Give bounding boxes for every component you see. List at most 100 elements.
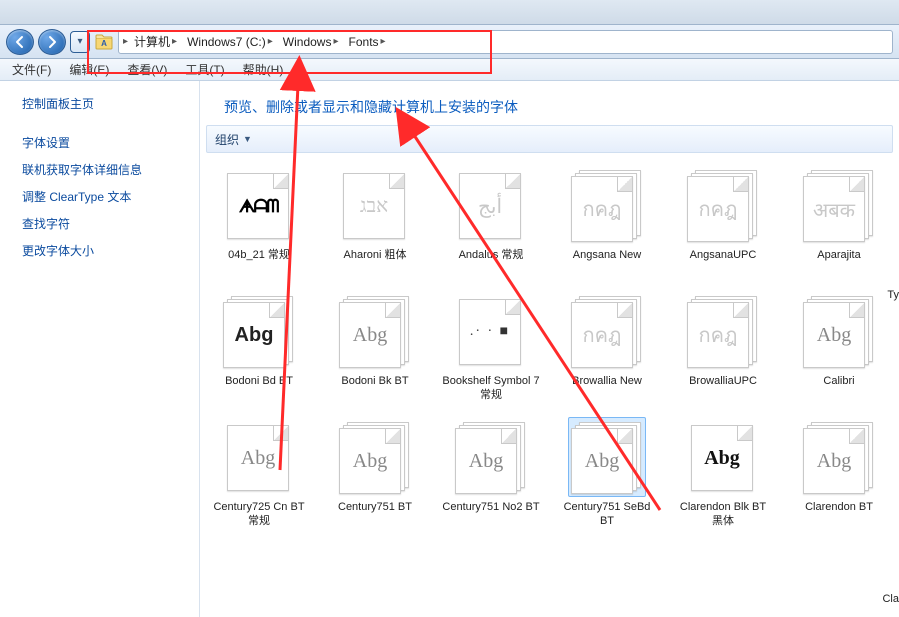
organize-label: 组织: [215, 131, 239, 148]
font-item[interactable]: Abg Bodoni Bk BT: [326, 291, 424, 403]
sidebar-link-cleartype[interactable]: 调整 ClearType 文本: [22, 188, 187, 205]
font-item[interactable]: אבג Aharoni 粗体: [326, 165, 424, 277]
sidebar-link-font-size[interactable]: 更改字体大小: [22, 242, 187, 259]
font-item[interactable]: AbgCentury751 No2 BT: [442, 417, 540, 529]
font-preview-glyph: กคฎ: [583, 319, 622, 351]
breadcrumb-segment[interactable]: Windows▸: [279, 35, 343, 49]
sidebar-link-online-info[interactable]: 联机获取字体详细信息: [22, 161, 187, 178]
font-thumbnail: Abg: [336, 417, 414, 497]
breadcrumb-bar[interactable]: ▸ 计算机▸ Windows7 (C:)▸ Windows▸ Fonts▸: [118, 30, 893, 54]
sidebar: 控制面板主页 字体设置 联机获取字体详细信息 调整 ClearType 文本 查…: [0, 81, 200, 617]
font-preview-glyph: Abg: [704, 447, 740, 470]
content-pane: 预览、删除或者显示和隐藏计算机上安装的字体 组织 ▼ ᗗᗩᗰ 04b_21 常规 א…: [200, 81, 899, 617]
fonts-folder-icon: A: [94, 32, 114, 52]
font-thumbnail: ᗗᗩᗰ: [220, 165, 298, 245]
truncated-label: Ty: [887, 289, 899, 301]
font-preview-glyph: أبج: [478, 194, 502, 219]
font-preview-glyph: Abg: [585, 450, 619, 473]
back-button[interactable]: [6, 29, 34, 55]
font-thumbnail: กคฎ: [568, 165, 646, 245]
sidebar-title[interactable]: 控制面板主页: [22, 95, 187, 112]
font-preview-glyph: ᗗᗩᗰ: [239, 196, 278, 217]
font-label: 04b_21 常规: [210, 249, 308, 277]
font-thumbnail: กคฎ: [684, 165, 762, 245]
breadcrumb-segment[interactable]: 计算机▸: [130, 33, 181, 50]
font-label: Bookshelf Symbol 7 常规: [442, 375, 540, 403]
organize-dropdown[interactable]: 组织 ▼: [215, 131, 252, 148]
sidebar-link-charmap[interactable]: 查找字符: [22, 215, 187, 232]
breadcrumb-segment[interactable]: Windows7 (C:)▸: [183, 35, 277, 49]
forward-button[interactable]: [38, 29, 66, 55]
font-item[interactable]: Abg Century751 SeBd BT: [558, 417, 656, 529]
font-item[interactable]: Abg Clarendon Blk BT 黑体: [674, 417, 772, 529]
sidebar-link-font-settings[interactable]: 字体设置: [22, 134, 187, 151]
breadcrumb-text: Windows7 (C:): [187, 35, 266, 49]
font-label: Century751 SeBd BT: [558, 501, 656, 529]
font-preview-glyph: .· · ■: [470, 324, 510, 340]
font-grid-wrap[interactable]: ᗗᗩᗰ 04b_21 常规 אבג Aharoni 粗体 أبج Andalus 常规 กค…: [200, 161, 899, 617]
menu-view[interactable]: 查看(V): [123, 59, 171, 80]
font-label: Bodoni Bd BT: [210, 375, 308, 403]
font-preview-glyph: Abg: [241, 447, 275, 470]
font-thumbnail: Abg: [220, 291, 298, 371]
menu-help[interactable]: 帮助(H): [239, 59, 288, 80]
font-label: Century725 Cn BT 常规: [210, 501, 308, 529]
font-label: Browallia New: [558, 375, 656, 403]
font-grid: ᗗᗩᗰ 04b_21 常规 אבג Aharoni 粗体 أبج Andalus 常规 กค…: [210, 165, 893, 529]
font-item[interactable]: Abg Bodoni Bd BT: [210, 291, 308, 403]
svg-text:A: A: [101, 39, 107, 48]
truncated-label: Cla: [882, 593, 899, 605]
window-titlebar-strip: [0, 0, 899, 25]
font-item[interactable]: Abg Century751 BT: [326, 417, 424, 529]
font-item[interactable]: ᗗᗩᗰ 04b_21 常规: [210, 165, 308, 277]
font-thumbnail: Abg: [568, 417, 646, 497]
menu-edit[interactable]: 编辑(E): [65, 59, 113, 80]
font-label: Calibri: [790, 375, 888, 403]
font-label: Clarendon Blk BT 黑体: [674, 501, 772, 529]
breadcrumb-segment[interactable]: Fonts▸: [345, 35, 390, 49]
chevron-right-icon: ▸: [172, 36, 177, 47]
font-label: Bodoni Bk BT: [326, 375, 424, 403]
font-thumbnail: Abg: [336, 291, 414, 371]
menu-file[interactable]: 文件(F): [8, 59, 55, 80]
font-item[interactable]: กคฎ BrowalliaUPC: [674, 291, 772, 403]
font-thumbnail: अबक: [800, 165, 878, 245]
font-item[interactable]: กคฎ Browallia New: [558, 291, 656, 403]
font-preview-glyph: Abg: [817, 324, 851, 347]
font-item[interactable]: Abg Century725 Cn BT 常规: [210, 417, 308, 529]
font-preview-glyph: Abg: [469, 450, 503, 473]
menu-bar: 文件(F) 编辑(E) 查看(V) 工具(T) 帮助(H): [0, 59, 899, 81]
font-label: Century751 BT: [326, 501, 424, 529]
history-dropdown-button[interactable]: ▾: [70, 31, 90, 53]
breadcrumb-text: Windows: [283, 35, 332, 49]
font-label: Clarendon BT: [790, 501, 888, 529]
font-label: Angsana New: [558, 249, 656, 277]
breadcrumb-text: 计算机: [134, 33, 170, 50]
font-label: Andalus 常规: [442, 249, 540, 277]
font-item[interactable]: กคฎ Angsana New: [558, 165, 656, 277]
font-item[interactable]: .· · ■ Bookshelf Symbol 7 常规: [442, 291, 540, 403]
chevron-down-icon: ▼: [243, 134, 252, 144]
font-item[interactable]: Abg Clarendon BT: [790, 417, 888, 529]
font-preview-glyph: กคฎ: [699, 319, 738, 351]
font-thumbnail: Abg: [800, 291, 878, 371]
font-label: Aharoni 粗体: [326, 249, 424, 277]
font-preview-glyph: Abg: [817, 450, 851, 473]
font-item[interactable]: أبج Andalus 常规: [442, 165, 540, 277]
font-thumbnail: กคฎ: [568, 291, 646, 371]
main-area: 控制面板主页 字体设置 联机获取字体详细信息 调整 ClearType 文本 查…: [0, 81, 899, 617]
font-preview-glyph: กคฎ: [699, 193, 738, 225]
font-preview-glyph: Abg: [353, 450, 387, 473]
chevron-right-icon: ▸: [381, 36, 386, 47]
font-thumbnail: กคฎ: [684, 291, 762, 371]
font-item[interactable]: Abg Calibri: [790, 291, 888, 403]
font-label: BrowalliaUPC: [674, 375, 772, 403]
font-item[interactable]: अबकAparajita: [790, 165, 888, 277]
font-thumbnail: Abg: [800, 417, 878, 497]
font-item[interactable]: กคฎAngsanaUPC: [674, 165, 772, 277]
navigation-bar: ▾ A ▸ 计算机▸ Windows7 (C:)▸ Windows▸ Fonts…: [0, 25, 899, 59]
menu-tools[interactable]: 工具(T): [181, 59, 228, 80]
content-heading: 预览、删除或者显示和隐藏计算机上安装的字体: [200, 81, 899, 125]
font-thumbnail: אבג: [336, 165, 414, 245]
font-thumbnail: .· · ■: [452, 291, 530, 371]
